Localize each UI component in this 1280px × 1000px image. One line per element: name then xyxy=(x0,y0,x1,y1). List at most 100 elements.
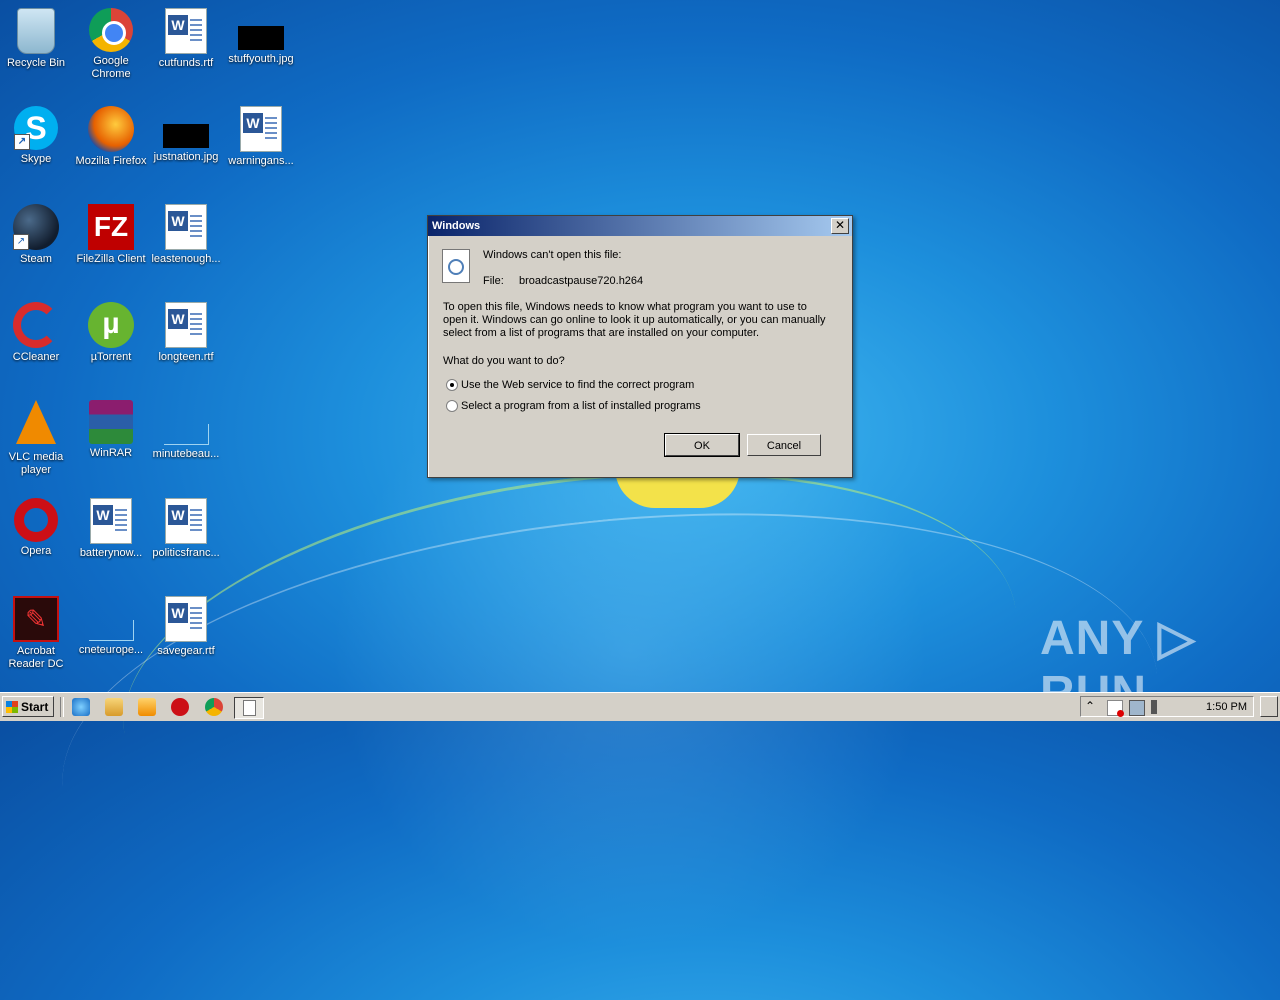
start-label: Start xyxy=(21,700,49,714)
desktop-icon-steam[interactable]: ↗ Steam xyxy=(0,204,74,266)
word-document-icon: W xyxy=(165,596,207,642)
desktop-icon-label: WinRAR xyxy=(89,447,133,459)
word-document-icon: W xyxy=(165,8,207,54)
desktop-icon-label: savegear.rtf xyxy=(157,645,215,657)
desktop-icon-cutfunds[interactable]: W cutfunds.rtf xyxy=(148,8,224,70)
recycle-bin-icon xyxy=(17,8,55,54)
desktop-icon-vlc[interactable]: VLC media player xyxy=(0,400,74,477)
desktop-icon-label: cneteurope... xyxy=(78,644,144,656)
show-desktop-button[interactable] xyxy=(1260,696,1278,717)
desktop-icon-longteen[interactable]: W longteen.rtf xyxy=(148,302,224,364)
skype-icon: S ↗ xyxy=(14,106,58,150)
desktop-icon-opera[interactable]: Opera xyxy=(0,498,74,558)
shortcut-arrow-icon: ↗ xyxy=(13,234,29,250)
action-center-icon[interactable] xyxy=(1107,700,1124,717)
desktop-icon-filezilla[interactable]: FZ FileZilla Client xyxy=(73,204,149,266)
image-file-icon xyxy=(163,124,209,148)
desktop-icon-firefox[interactable]: Mozilla Firefox xyxy=(73,106,149,168)
taskbar-separator xyxy=(60,697,64,717)
word-document-icon: W xyxy=(240,106,282,152)
dialog-titlebar[interactable]: Windows ✕ xyxy=(428,216,852,236)
active-window-button[interactable] xyxy=(234,697,264,719)
radio-installed-programs-label[interactable]: Select a program from a list of installe… xyxy=(461,400,701,412)
close-button[interactable]: ✕ xyxy=(831,218,849,234)
word-document-icon: W xyxy=(165,302,207,348)
internet-explorer-icon[interactable] xyxy=(72,698,90,716)
radio-installed-programs[interactable] xyxy=(446,400,458,412)
desktop-icon-label: Opera xyxy=(20,545,52,557)
desktop-icon-batterynow[interactable]: W batterynow... xyxy=(73,498,149,560)
winrar-icon xyxy=(89,400,133,444)
dialog-title: Windows xyxy=(432,220,481,232)
file-explorer-icon[interactable] xyxy=(105,698,123,716)
network-icon[interactable] xyxy=(1129,700,1145,716)
blank-file-icon xyxy=(88,620,134,641)
utorrent-icon: µ xyxy=(88,302,134,348)
desktop-icon-label: politicsfranc... xyxy=(152,547,220,559)
taskbar: Start ⌃ 1:50 PM xyxy=(0,692,1280,721)
wallpaper-streak xyxy=(97,419,1043,924)
shortcut-arrow-icon: ↗ xyxy=(14,134,30,150)
desktop-icon-chrome[interactable]: Google Chrome xyxy=(73,8,149,81)
desktop-icon-label: FileZilla Client xyxy=(76,253,146,265)
steam-icon: ↗ xyxy=(13,204,59,250)
word-document-icon: W xyxy=(165,498,207,544)
dialog-question: What do you want to do? xyxy=(443,355,565,367)
desktop-icon-stuffyouth[interactable]: stuffyouth.jpg xyxy=(223,8,299,66)
desktop-icon-utorrent[interactable]: µ µTorrent xyxy=(73,302,149,364)
desktop-icon-label: Acrobat Reader DC xyxy=(8,645,64,670)
media-player-icon[interactable] xyxy=(138,698,156,716)
desktop-icon-acrobat[interactable]: ✎ Acrobat Reader DC xyxy=(0,596,74,671)
desktop-icon-winrar[interactable]: WinRAR xyxy=(73,400,149,460)
unknown-file-search-icon xyxy=(442,249,470,283)
desktop-icon-label: batterynow... xyxy=(79,547,143,559)
desktop-icon-label: CCleaner xyxy=(12,351,60,363)
chrome-icon xyxy=(89,8,133,52)
opera-icon xyxy=(14,498,58,542)
firefox-icon xyxy=(88,106,134,152)
desktop-icon-label: warningans... xyxy=(228,155,294,167)
ccleaner-icon xyxy=(13,302,59,348)
dialog-description-line: To open this file, Windows needs to know… xyxy=(443,301,807,313)
desktop-icon-label: Steam xyxy=(20,253,52,265)
desktop-icon-minutebeau[interactable]: minutebeau... xyxy=(148,400,224,461)
desktop-icon-cneteurope[interactable]: cneteurope... xyxy=(73,596,149,657)
windows-logo-icon xyxy=(6,701,18,713)
dialog-heading: Windows can't open this file: xyxy=(483,249,622,261)
desktop-icon-label: Google Chrome xyxy=(91,55,131,80)
desktop-icon-justnation[interactable]: justnation.jpg xyxy=(148,106,224,164)
desktop-icon-leastenough[interactable]: W leastenough... xyxy=(148,204,224,266)
desktop-icon-ccleaner[interactable]: CCleaner xyxy=(0,302,74,364)
desktop-icon-warningans[interactable]: W warningans... xyxy=(223,106,299,168)
radio-web-service-label[interactable]: Use the Web service to find the correct … xyxy=(461,379,694,391)
desktop-icon-label: leastenough... xyxy=(151,253,221,265)
filezilla-icon: FZ xyxy=(88,204,134,250)
vlc-cone-icon xyxy=(16,400,56,444)
desktop-icon-label: Recycle Bin xyxy=(6,57,66,69)
clock[interactable]: 1:50 PM xyxy=(1206,697,1247,717)
start-button[interactable]: Start xyxy=(2,696,54,717)
open-with-dialog: Windows ✕ Windows can't open this file: … xyxy=(427,215,853,478)
ok-button[interactable]: OK xyxy=(664,433,740,457)
file-name: broadcastpause720.h264 xyxy=(519,275,644,287)
close-icon: ✕ xyxy=(834,218,846,232)
word-document-icon: W xyxy=(165,204,207,250)
desktop-icon-skype[interactable]: S ↗ Skype xyxy=(0,106,74,166)
desktop-icon-label: Skype xyxy=(20,153,52,165)
desktop-icon-recycle-bin[interactable]: Recycle Bin xyxy=(0,8,74,70)
acrobat-icon: ✎ xyxy=(13,596,59,642)
desktop-icon-politicsfranc[interactable]: W politicsfranc... xyxy=(148,498,224,560)
image-file-icon xyxy=(238,26,284,50)
radio-web-service[interactable] xyxy=(446,379,458,391)
tray-expand-icon[interactable]: ⌃ xyxy=(1085,699,1099,713)
cancel-button[interactable]: Cancel xyxy=(747,434,821,456)
system-tray: ⌃ 1:50 PM xyxy=(1080,696,1254,717)
volume-icon[interactable] xyxy=(1151,700,1163,714)
file-label: File: xyxy=(483,275,504,287)
desktop-icon-savegear[interactable]: W savegear.rtf xyxy=(148,596,224,658)
desktop-icon-label: µTorrent xyxy=(90,351,132,363)
document-icon xyxy=(243,700,256,716)
opera-taskbar-icon[interactable] xyxy=(171,698,189,716)
blank-file-icon xyxy=(163,424,209,445)
chrome-taskbar-icon[interactable] xyxy=(205,698,223,716)
